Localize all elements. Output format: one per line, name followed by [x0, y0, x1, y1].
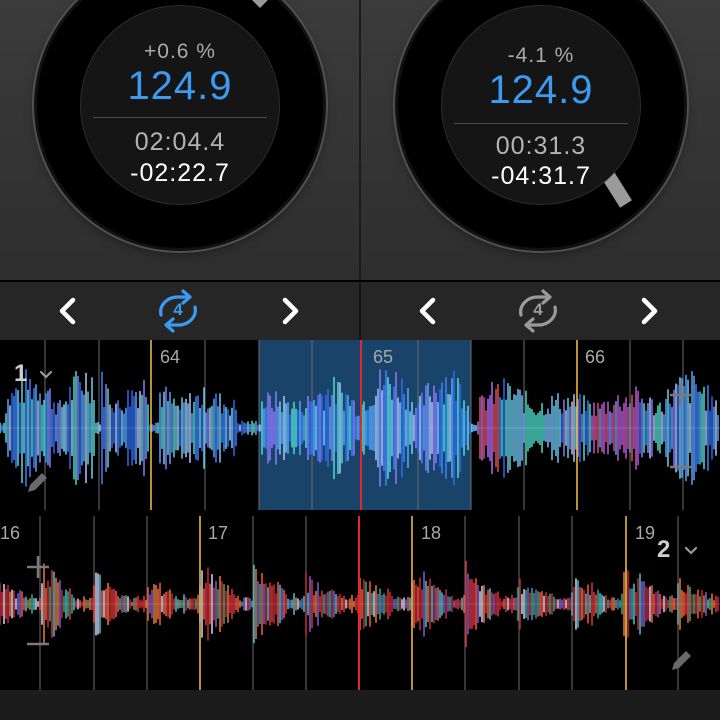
- chevron-down-icon: [684, 546, 698, 555]
- deck-2-bpm: 124.9: [488, 68, 594, 112]
- loop-controls-bar: 4 4: [0, 282, 720, 340]
- chevron-left-icon: [59, 297, 76, 325]
- deck-1-elapsed-time: 02:04.4: [134, 128, 226, 156]
- deck-1-waveform[interactable]: 64 65 66 1: [0, 340, 720, 510]
- controls-divider: [359, 282, 361, 340]
- deck-1-loop-next-button[interactable]: [275, 291, 305, 331]
- deck-2-elapsed-time: 00:31.3: [495, 132, 587, 160]
- minus-icon[interactable]: [668, 462, 694, 472]
- deck-2-pitch: -4.1 %: [507, 44, 575, 67]
- deck-2-number: 2: [657, 536, 671, 563]
- beat-marker-label: 66: [585, 347, 606, 367]
- deck-1-divider: [93, 117, 267, 118]
- plus-icon[interactable]: [25, 554, 51, 580]
- deck-1-selector[interactable]: 1: [14, 360, 60, 390]
- deck-area: +0.6 % 124.9 02:04.4 -02:22.7 -4.1 % 124…: [0, 0, 720, 280]
- beat-marker-label: 64: [160, 347, 181, 367]
- deck-1-remaining-time: -02:22.7: [130, 159, 230, 187]
- deck-1-loop-button[interactable]: 4: [148, 285, 208, 337]
- deck-1-jog-wheel[interactable]: +0.6 % 124.9 02:04.4 -02:22.7: [37, 0, 323, 248]
- deck-2-waveform-graphic: [0, 516, 720, 690]
- deck-2-jog-wheel[interactable]: -4.1 % 124.9 00:31.3 -04:31.7: [398, 0, 684, 248]
- deck-2-selector[interactable]: 2: [655, 536, 705, 566]
- deck-1-display: +0.6 % 124.9 02:04.4 -02:22.7: [80, 5, 280, 205]
- minus-icon[interactable]: [25, 639, 51, 649]
- deck-1-pitch: +0.6 %: [144, 40, 216, 63]
- chevron-down-icon: [39, 370, 53, 379]
- deck-2-loop-length: 4: [533, 300, 543, 319]
- chevron-right-icon: [282, 297, 299, 325]
- deck-2-remaining-time: -04:31.7: [491, 162, 591, 190]
- chevron-right-icon: [641, 297, 658, 325]
- deck-2-loop-button[interactable]: 4: [508, 285, 568, 337]
- beat-marker-label: 18: [421, 523, 442, 543]
- beat-marker-label: 19: [635, 523, 656, 543]
- deck-1-number: 1: [14, 360, 28, 387]
- deck-2-display: -4.1 % 124.9 00:31.3 -04:31.7: [441, 5, 641, 205]
- plus-icon[interactable]: [668, 382, 694, 408]
- beat-marker-label: 65: [373, 347, 394, 367]
- deck-1-waveform-graphic: [0, 340, 720, 510]
- beat-marker-label: 16: [0, 523, 21, 543]
- deck-1-panel: +0.6 % 124.9 02:04.4 -02:22.7: [0, 0, 359, 280]
- bottom-toolbar: [0, 690, 720, 720]
- deck-2-loop-next-button[interactable]: [634, 291, 664, 331]
- pencil-icon[interactable]: [668, 648, 694, 674]
- deck-1-bpm: 124.9: [127, 64, 233, 108]
- pencil-icon[interactable]: [24, 470, 50, 496]
- deck-2-divider: [454, 123, 628, 124]
- deck-2-loop-prev-button[interactable]: [413, 291, 443, 331]
- deck-1-loop-length: 4: [173, 300, 183, 319]
- deck-1-loop-prev-button[interactable]: [53, 291, 83, 331]
- deck-2-waveform[interactable]: 16 17 18 19 2: [0, 516, 720, 690]
- beat-marker-label: 17: [208, 523, 229, 543]
- deck-2-panel: -4.1 % 124.9 00:31.3 -04:31.7: [361, 0, 720, 280]
- chevron-left-icon: [419, 297, 436, 325]
